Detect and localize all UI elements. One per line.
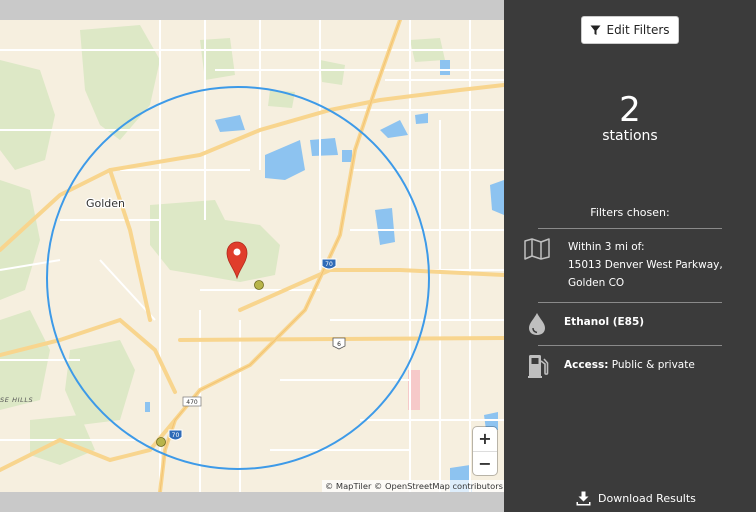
filter-fuel-type: Ethanol (E85)	[524, 312, 724, 336]
map-attribution: © MapTiler © OpenStreetMap contributors	[322, 480, 504, 492]
map-canvas[interactable]: 70 6 470 70 Golden SE HILLS	[0, 20, 504, 492]
filters-chosen-heading: Filters chosen:	[590, 206, 670, 219]
station-marker[interactable]	[254, 280, 264, 290]
svg-text:6: 6	[337, 341, 341, 348]
filter-location: Within 3 mi of: 15013 Denver West Parkwa…	[524, 238, 724, 292]
location-prefix: Within 3 mi of:	[568, 241, 645, 253]
location-address-line2: Golden CO	[568, 277, 625, 289]
edit-filters-label: Edit Filters	[606, 23, 670, 37]
divider	[538, 345, 722, 346]
access-value: Public & private	[611, 359, 695, 371]
station-count: 2	[619, 90, 641, 130]
divider	[538, 228, 722, 229]
filter-access: Access: Public & private	[524, 353, 724, 379]
svg-text:70: 70	[325, 261, 333, 268]
top-gray-bar	[0, 0, 504, 20]
location-address-line1: 15013 Denver West Parkway,	[568, 259, 723, 271]
svg-text:470: 470	[186, 399, 198, 406]
download-icon	[576, 491, 591, 505]
download-results-label: Download Results	[598, 491, 696, 505]
zoom-controls: + −	[473, 427, 497, 475]
map-icon	[524, 238, 550, 260]
place-label-golden: Golden	[86, 197, 125, 210]
bottom-gray-bar	[0, 492, 504, 512]
station-count-label: stations	[602, 128, 658, 144]
divider	[538, 302, 722, 303]
svg-text:70: 70	[172, 432, 180, 439]
fuel-pump-icon	[528, 355, 549, 378]
place-label-hills: SE HILLS	[0, 396, 33, 404]
access-label: Access:	[564, 359, 609, 371]
zoom-in-button[interactable]: +	[473, 427, 497, 451]
fuel-type-label: Ethanol (E85)	[564, 316, 645, 328]
maptiler-link[interactable]: © MapTiler	[325, 481, 371, 491]
edit-filters-button[interactable]: Edit Filters	[581, 16, 679, 44]
zoom-out-button[interactable]: −	[473, 451, 497, 474]
map-view[interactable]: 70 6 470 70 Golden SE HILLS + − © MapTil…	[0, 20, 504, 492]
interstate-70-shield-bottom: 70	[168, 429, 183, 441]
interstate-70-shield-top: 70	[321, 258, 337, 270]
filter-icon	[590, 25, 601, 35]
station-marker[interactable]	[156, 437, 166, 447]
download-results-button[interactable]: Download Results	[576, 489, 696, 507]
drop-icon	[529, 313, 545, 335]
osm-link[interactable]: © OpenStreetMap contributors	[374, 481, 503, 491]
route-470-shield: 470	[182, 396, 202, 407]
